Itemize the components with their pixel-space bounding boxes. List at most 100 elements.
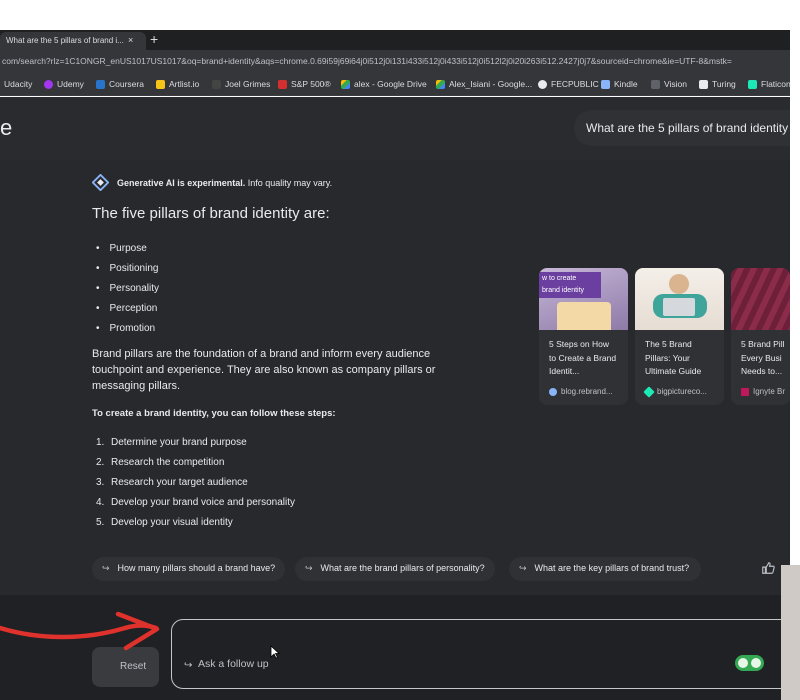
pillar-list: Purpose Positioning Personality Percepti… (96, 238, 159, 338)
new-tab-icon[interactable]: + (150, 31, 158, 47)
address-bar[interactable]: com/search?rlz=1C1ONGR_enUS1017US1017&oq… (0, 50, 790, 72)
chip-label: How many pillars should a brand have? (117, 563, 276, 573)
joel-grimes-icon (212, 79, 221, 89)
google-drive-icon (436, 79, 445, 89)
step-text: Research your target audience (111, 476, 248, 488)
thumbnail-caption: w to create brand identity (539, 272, 601, 298)
bookmark-fecpublic[interactable]: FECPUBLIC (538, 79, 599, 89)
list-item: Perception (96, 298, 159, 318)
card-source: blog.rebrand... (549, 387, 613, 396)
red-annotation-arrow-icon (0, 611, 160, 651)
bookmark-label: S&P 500® (291, 79, 331, 89)
step-number: 3. (96, 476, 105, 488)
step-text: Develop your brand voice and personality (111, 496, 295, 508)
ai-overview-panel: Generative AI is experimental. Info qual… (0, 160, 790, 595)
source-name: Ignyte Br (753, 387, 786, 396)
source-card[interactable]: 5 Brand Pill Every Busi Needs to... Igny… (731, 268, 790, 405)
screen-edge-strip (781, 565, 800, 700)
bookmark-sp500[interactable]: S&P 500® (278, 79, 331, 89)
bookmark-label: Kindle (614, 79, 638, 89)
person-icon (669, 274, 689, 294)
source-favicon-icon (643, 385, 655, 398)
flaticon-icon (748, 79, 757, 89)
search-box[interactable]: What are the 5 pillars of brand identity (574, 110, 790, 146)
bookmark-joel-grimes[interactable]: Joel Grimes (212, 79, 270, 89)
tab-close-icon[interactable]: × (128, 35, 133, 45)
reply-arrow-icon: ↪ (184, 660, 193, 671)
bookmark-coursera[interactable]: Coursera (96, 79, 144, 89)
vision-icon (651, 79, 660, 89)
ai-experimental-notice: Generative AI is experimental. Info qual… (92, 174, 332, 191)
bookmark-alex-isiani[interactable]: Alex_Isiani - Google... (436, 79, 532, 89)
experimental-rest-text: Info quality may vary. (245, 177, 333, 188)
mouse-cursor-icon (270, 645, 280, 659)
search-query-text: What are the 5 pillars of brand identity (586, 121, 789, 135)
bookmark-label: Udacity (4, 79, 33, 89)
step-number: 4. (96, 496, 105, 508)
bookmark-label: Turing (712, 79, 736, 89)
list-item: Promotion (96, 318, 159, 338)
location-pin-icon (738, 658, 748, 668)
bookmark-vision[interactable]: Vision (651, 79, 687, 89)
sge-diamond-icon (92, 174, 109, 191)
bookmark-flaticon[interactable]: Flaticon (748, 79, 791, 89)
step-number: 1. (96, 436, 105, 448)
list-item: 1. Determine your brand purpose (96, 432, 295, 452)
bookmark-label: Joel Grimes (225, 79, 271, 89)
card-thumbnail: w to create brand identity (539, 268, 628, 330)
sp500-icon (278, 79, 287, 89)
step-number: 2. (96, 456, 105, 468)
google-drive-icon (341, 79, 350, 89)
url-text[interactable]: com/search?rlz=1C1ONGR_enUS1017US1017&oq… (2, 56, 788, 66)
bookmark-label: FECPUBLIC (551, 79, 599, 89)
source-card[interactable]: The 5 Brand Pillars: Your Ultimate Guide… (635, 268, 724, 405)
gemini-spark-icon (751, 658, 761, 668)
turing-icon (699, 79, 708, 89)
list-item: 3. Research your target audience (96, 472, 295, 492)
source-favicon-icon (741, 387, 749, 396)
step-text: Research the competition (111, 456, 225, 468)
ai-answer-heading: The five pillars of brand identity are: (92, 205, 330, 222)
source-card[interactable]: w to create brand identity 5 Steps on Ho… (539, 268, 628, 405)
bookmark-label: Vision (664, 79, 687, 89)
source-name: blog.rebrand... (561, 387, 613, 396)
thumbs-up-icon[interactable] (761, 561, 775, 575)
laptop-icon (557, 302, 611, 330)
bookmark-label: Coursera (109, 79, 144, 89)
list-item: Positioning (96, 258, 159, 278)
browser-tab-strip: What are the 5 pillars of brand i... × + (0, 30, 790, 50)
bookmark-kindle[interactable]: Kindle (601, 79, 638, 89)
artlist-icon (156, 79, 165, 89)
ai-answer-paragraph: Brand pillars are the foundation of a br… (92, 348, 436, 392)
globe-icon (538, 79, 547, 89)
bookmark-udacity[interactable]: Udacity (4, 79, 32, 89)
suggestion-chip[interactable]: ↪ What are the brand pillars of personali… (295, 557, 495, 581)
bookmarks-bar: Udacity Udemy Coursera Artlist.io Joel G… (0, 72, 791, 96)
bookmark-turing[interactable]: Turing (699, 79, 736, 89)
bookmark-google-drive[interactable]: alex - Google Drive (341, 79, 427, 89)
bookmark-udemy[interactable]: Udemy (44, 79, 84, 89)
coursera-icon (96, 79, 105, 89)
laptop-icon (663, 298, 695, 316)
chip-label: What are the key pillars of brand trust? (534, 563, 690, 573)
list-item: Personality (96, 278, 159, 298)
reply-arrow-icon: ↪ (519, 563, 527, 573)
card-thumbnail (635, 268, 724, 330)
follow-up-input[interactable] (198, 658, 598, 670)
suggestion-chip[interactable]: ↪ What are the key pillars of brand trust… (509, 557, 701, 581)
list-item: 4. Develop your brand voice and personali… (96, 492, 295, 512)
extension-toggle-icon[interactable] (735, 655, 764, 671)
experimental-bold-text: Generative AI is experimental. (117, 177, 246, 188)
list-item: 2. Research the competition (96, 452, 295, 472)
card-title: 5 Brand Pill Every Busi Needs to... (741, 339, 785, 376)
suggestion-chip[interactable]: ↪ How many pillars should a brand have? (92, 557, 285, 581)
bookmark-label: Udemy (57, 79, 84, 89)
steps-heading: To create a brand identity, you can foll… (92, 408, 336, 419)
card-source: bigpictureco... (643, 385, 707, 398)
bookmark-artlist[interactable]: Artlist.io (156, 79, 199, 89)
bookmark-label: Alex_Isiani - Google... (449, 79, 533, 89)
follow-up-box[interactable]: ↪ (171, 619, 790, 689)
card-source: Ignyte Br (741, 387, 785, 396)
browser-tab-active[interactable]: What are the 5 pillars of brand i... × (0, 32, 146, 50)
google-logo-fragment[interactable]: e (0, 115, 12, 141)
